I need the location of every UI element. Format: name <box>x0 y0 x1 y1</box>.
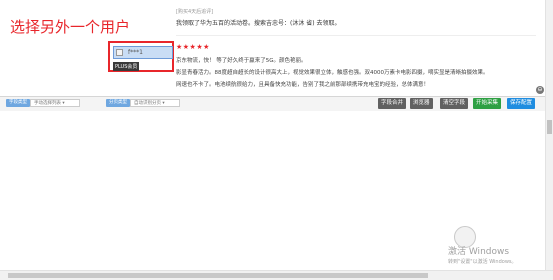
selected-user-box[interactable]: f***1 PLUS会员 <box>108 41 174 72</box>
field-type-select[interactable]: 手动选择列表 ▾ <box>30 99 80 107</box>
vertical-scroll-thumb[interactable] <box>547 120 552 134</box>
avatar-icon <box>116 49 123 56</box>
horizontal-scroll-thumb[interactable] <box>8 273 428 278</box>
scroll-up-icon[interactable]: ⊖ <box>536 86 544 94</box>
field-type-label: 字段类型 <box>6 99 30 107</box>
followup-review-header: [购买4天后追评] <box>176 9 214 15</box>
watermark-title: 激活 Windows <box>448 247 510 257</box>
paging-type-select[interactable]: 自动识别分页 ▾ <box>130 99 180 107</box>
preview-area: 选择另外一个用户 [购买4天后追评] 我领取了华为五百的活动卷。搜索吉忠号：(沐… <box>0 0 545 96</box>
review-line: 影显青春活力。88度超自超长的设计很高大上，视觉效果很立体，触感也强。双4000… <box>176 70 489 76</box>
toolbar: 字段类型 手动选择列表 ▾ 分页类型 自动识别分页 ▾ 字段合并 浏览器 清空字… <box>0 96 545 112</box>
save-config-button[interactable]: 保存配置 <box>507 98 536 109</box>
vertical-scrollbar[interactable] <box>545 0 553 270</box>
star-rating: ★★★★★ <box>176 43 210 51</box>
reviewer-name: f***1 <box>128 49 143 56</box>
review-line: 网速也不卡了。电池续航很给力，且具备快充功能，告别了我之前那部续携带充电宝的经验… <box>176 82 430 88</box>
review-divider <box>176 35 536 36</box>
review-line: 京东物流，快！ 等了好久终于赢来了5G。颜色艳丽。 <box>176 58 307 64</box>
watermark-subtitle: 转到"设置"以激活 Windows。 <box>448 259 517 265</box>
plus-member-badge: PLUS会员 <box>113 62 140 71</box>
windows-activation-watermark: 激活 Windows 转到"设置"以激活 Windows。 <box>448 244 517 265</box>
reviewer-avatar[interactable]: f***1 <box>113 46 173 59</box>
paging-type-label: 分页类型 <box>106 99 130 107</box>
browser-button[interactable]: 浏览器 <box>410 98 433 109</box>
merge-fields-button[interactable]: 字段合并 <box>378 98 407 109</box>
followup-review-text: 我领取了华为五百的活动卷。搜索吉忠号：(沐沐 省) 去领取。 <box>176 20 341 27</box>
start-collect-button[interactable]: 开始采集 <box>473 98 502 109</box>
clear-fields-button[interactable]: 清空字段 <box>440 98 469 109</box>
annotation-text: 选择另外一个用户 <box>10 18 131 36</box>
